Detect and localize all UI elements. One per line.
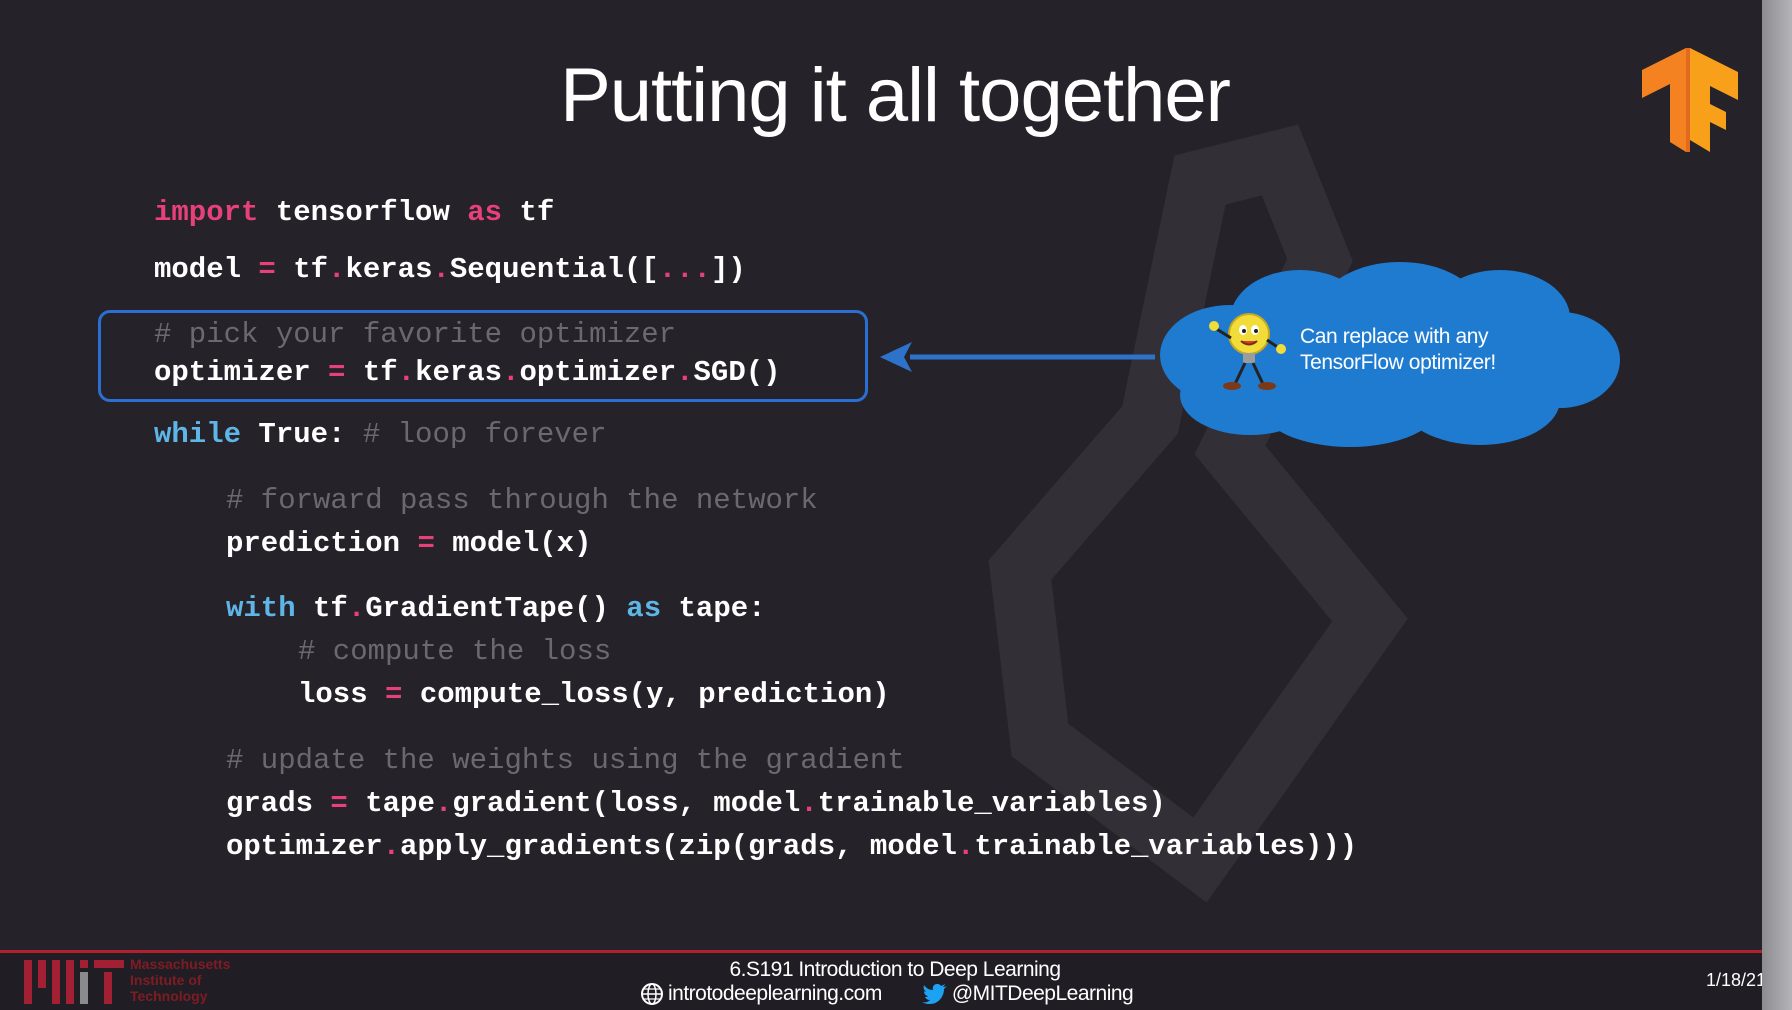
code-token: tape: bbox=[661, 592, 766, 625]
code-token: compute_loss(y, prediction) bbox=[402, 678, 890, 711]
callout-text: Can replace with any TensorFlow optimize… bbox=[1300, 324, 1530, 376]
code-token: optimizer bbox=[226, 830, 383, 863]
code-token: # compute the loss bbox=[298, 635, 612, 668]
code-token: trainable_variables) bbox=[817, 787, 1166, 820]
code-token: tf bbox=[502, 196, 555, 229]
arrow-left-icon bbox=[880, 342, 1155, 372]
tensorflow-logo-icon bbox=[1642, 48, 1738, 152]
code-token: model(x) bbox=[434, 527, 592, 560]
code-token: ]) bbox=[710, 253, 746, 286]
twitter-handle: @MITDeepLearning bbox=[951, 982, 1134, 1005]
website-text: introtodeeplearning.com bbox=[668, 982, 882, 1005]
twitter-link[interactable]: @MITDeepLearning bbox=[921, 982, 1134, 1006]
code-token: . bbox=[502, 356, 520, 389]
code-line-grads: grads = tape.gradient(loss, model.traina… bbox=[226, 787, 1166, 820]
window-edge bbox=[1762, 0, 1792, 1010]
code-token: tf bbox=[345, 356, 398, 389]
code-token: = bbox=[258, 253, 276, 286]
code-token: as bbox=[626, 592, 662, 625]
code-token: with bbox=[226, 592, 296, 625]
code-comment-optimizer: # pick your favorite optimizer bbox=[154, 318, 676, 351]
code-line-optimizer: optimizer = tf.keras.optimizer.SGD() bbox=[154, 356, 781, 389]
code-token: # forward pass through the network bbox=[226, 484, 818, 517]
code-token: . bbox=[397, 356, 416, 389]
code-token: = bbox=[385, 678, 403, 711]
slide-title: Putting it all together bbox=[560, 53, 1231, 138]
code-token: # pick your favorite optimizer bbox=[154, 318, 677, 351]
code-token: True: bbox=[241, 418, 363, 451]
code-token: . bbox=[676, 356, 694, 389]
code-token: loss bbox=[298, 678, 386, 711]
code-token: as bbox=[467, 196, 503, 229]
code-token: trainable_variables))) bbox=[974, 830, 1358, 863]
mit-wordmark-line: Technology bbox=[130, 988, 208, 1004]
code-token: . bbox=[382, 830, 401, 863]
code-comment-loss: # compute the loss bbox=[298, 635, 611, 668]
code-token: while bbox=[154, 418, 242, 451]
lightbulb-mascot-icon bbox=[1209, 313, 1286, 390]
code-line-model: model = tf.keras.Sequential([...]) bbox=[154, 253, 746, 286]
code-token: tensorflow bbox=[258, 196, 468, 229]
code-token: optimizer bbox=[154, 356, 329, 389]
code-token: gradient(loss, model bbox=[452, 787, 801, 820]
code-comment-forward: # forward pass through the network bbox=[226, 484, 818, 517]
code-token: tape bbox=[347, 787, 435, 820]
code-line-with: with tf.GradientTape() as tape: bbox=[226, 592, 766, 625]
code-token: Sequential([ bbox=[449, 253, 659, 286]
globe-icon bbox=[641, 983, 663, 1005]
code-token: . bbox=[347, 592, 366, 625]
code-token: . bbox=[956, 830, 975, 863]
code-token: keras bbox=[415, 356, 503, 389]
code-token: = bbox=[417, 527, 435, 560]
code-token: . bbox=[434, 787, 453, 820]
code-line-apply-gradients: optimizer.apply_gradients(zip(grads, mod… bbox=[226, 830, 1357, 863]
code-line-loss: loss = compute_loss(y, prediction) bbox=[298, 678, 890, 711]
code-token: SGD() bbox=[693, 356, 781, 389]
code-line-prediction: prediction = model(x) bbox=[226, 527, 591, 560]
code-token: grads bbox=[226, 787, 331, 820]
code-token: . bbox=[432, 253, 450, 286]
code-token: optimizer bbox=[519, 356, 677, 389]
callout-line: Can replace with any bbox=[1300, 325, 1489, 348]
code-token: import bbox=[154, 196, 259, 229]
code-token: = bbox=[328, 356, 346, 389]
slide-date: 1/18/21 bbox=[1706, 970, 1762, 990]
website-link[interactable]: introtodeeplearning.com bbox=[640, 982, 882, 1006]
code-token: tf bbox=[295, 592, 348, 625]
code-token: tf bbox=[275, 253, 329, 286]
code-line-import: import tensorflow as tf bbox=[154, 196, 554, 229]
code-token: keras bbox=[345, 253, 433, 286]
code-token: model bbox=[154, 253, 259, 286]
twitter-bird-icon bbox=[921, 984, 947, 1004]
code-token: # update the weights using the gradient bbox=[226, 744, 905, 777]
code-token: . bbox=[328, 253, 346, 286]
footer-links: introtodeeplearning.com @MITDeepLearning bbox=[640, 982, 1134, 1006]
course-title: 6.S191 Introduction to Deep Learning bbox=[729, 958, 1061, 981]
code-comment-update: # update the weights using the gradient bbox=[226, 744, 905, 777]
slide: Putting it all together import tensorflo… bbox=[0, 0, 1762, 1010]
code-token: # loop forever bbox=[362, 418, 607, 451]
code-line-while: while True: # loop forever bbox=[154, 418, 606, 451]
code-token: ... bbox=[658, 253, 711, 286]
code-token: = bbox=[330, 787, 348, 820]
code-token: . bbox=[800, 787, 818, 820]
code-token: prediction bbox=[226, 527, 418, 560]
code-token: GradientTape() bbox=[365, 592, 627, 625]
callout-line: TensorFlow optimizer! bbox=[1300, 351, 1496, 374]
code-token: apply_gradients(zip(grads, model bbox=[400, 830, 957, 863]
